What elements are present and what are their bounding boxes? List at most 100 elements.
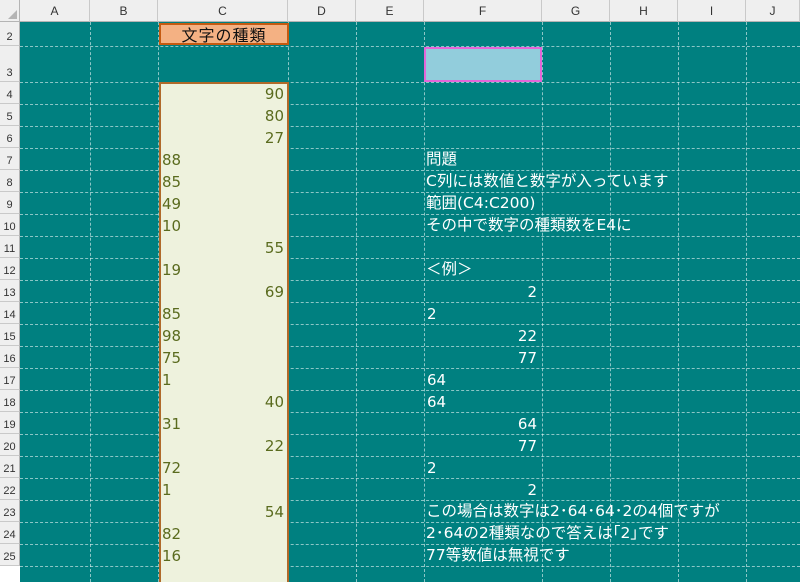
cell-c20[interactable]: 22 — [162, 439, 284, 454]
cell-c22[interactable]: 1 — [162, 483, 284, 498]
row-header-11[interactable]: 11 — [0, 236, 20, 258]
gridline-horizontal — [20, 302, 800, 303]
cell-c18[interactable]: 40 — [162, 395, 284, 410]
column-header-f[interactable]: F — [424, 0, 542, 22]
row-header-14[interactable]: 14 — [0, 302, 20, 324]
gridline-horizontal — [20, 82, 800, 83]
cell-f21[interactable]: 2 — [427, 461, 537, 476]
row-header-22[interactable]: 22 — [0, 478, 20, 500]
cell-c8[interactable]: 85 — [162, 175, 284, 190]
spreadsheet[interactable]: ABCDEFGHIJ 2 3 4 5 6 7 8 9 10 11 12 13 14 15 16 17 18 19 2… — [0, 0, 800, 582]
cell-f23-text[interactable]: この場合は数字は2･64･64･2の4個ですが — [426, 503, 720, 520]
gridline-horizontal — [20, 280, 800, 281]
gridline-horizontal — [20, 412, 800, 413]
row-header-10[interactable]: 10 — [0, 214, 20, 236]
row-header-20[interactable]: 20 — [0, 434, 20, 456]
cell-c13[interactable]: 69 — [162, 285, 284, 300]
gridline-horizontal — [20, 390, 800, 391]
cell-f14[interactable]: 2 — [427, 307, 537, 322]
gridline-horizontal — [20, 500, 800, 501]
row-header-18[interactable]: 18 — [0, 390, 20, 412]
cell-f17[interactable]: 64 — [427, 373, 537, 388]
gridline-horizontal — [20, 456, 800, 457]
cell-grid[interactable]: 文字の種類 90 80 27 88 85 49 10 55 19 69 85 98 75 1 40 31 22 7… — [20, 22, 800, 582]
cell-c7[interactable]: 88 — [162, 153, 284, 168]
row-header-19[interactable]: 19 — [0, 412, 20, 434]
gridline-horizontal — [20, 566, 800, 567]
cell-c6[interactable]: 27 — [162, 131, 284, 146]
cell-c11[interactable]: 55 — [162, 241, 284, 256]
cell-f3-answer[interactable] — [424, 47, 542, 82]
column-header-e[interactable]: E — [356, 0, 424, 22]
select-all-corner[interactable] — [0, 0, 20, 22]
row-header-7[interactable]: 7 — [0, 148, 20, 170]
cell-f9-text[interactable]: 範囲(C4:C200) — [426, 195, 535, 212]
cell-f16[interactable]: 77 — [427, 351, 537, 366]
cell-f18[interactable]: 64 — [427, 395, 537, 410]
cell-c5[interactable]: 80 — [162, 109, 284, 124]
gridline-horizontal — [20, 258, 800, 259]
cell-c21[interactable]: 72 — [162, 461, 284, 476]
column-header-g[interactable]: G — [542, 0, 610, 22]
gridline-horizontal — [20, 46, 800, 47]
cell-c14[interactable]: 85 — [162, 307, 284, 322]
cell-f24-text[interactable]: 2･64の2種類なので答えは｢2｣です — [426, 525, 669, 542]
row-header-16[interactable]: 16 — [0, 346, 20, 368]
gridline-horizontal — [20, 324, 800, 325]
row-header-5[interactable]: 5 — [0, 104, 20, 126]
cell-f22[interactable]: 2 — [427, 483, 537, 498]
cell-c2-header[interactable]: 文字の種類 — [159, 23, 289, 45]
row-header-8[interactable]: 8 — [0, 170, 20, 192]
cell-f25-text[interactable]: 77等数値は無視です — [426, 547, 570, 564]
cell-f19[interactable]: 64 — [427, 417, 537, 432]
cell-f15[interactable]: 22 — [427, 329, 537, 344]
row-header-4[interactable]: 4 — [0, 82, 20, 104]
gridline-horizontal — [20, 434, 800, 435]
row-header-15[interactable]: 15 — [0, 324, 20, 346]
cell-c24[interactable]: 82 — [162, 527, 284, 542]
gridline-horizontal — [20, 148, 800, 149]
row-header-13[interactable]: 13 — [0, 280, 20, 302]
cell-c10[interactable]: 10 — [162, 219, 284, 234]
row-header-21[interactable]: 21 — [0, 456, 20, 478]
cell-c16[interactable]: 75 — [162, 351, 284, 366]
cell-c25[interactable]: 16 — [162, 549, 284, 564]
gridline-horizontal — [20, 126, 800, 127]
row-header-3[interactable]: 3 — [0, 46, 20, 82]
cell-f7-text[interactable]: 問題 — [426, 151, 457, 168]
column-header-b[interactable]: B — [90, 0, 158, 22]
cell-c15[interactable]: 98 — [162, 329, 284, 344]
column-header-j[interactable]: J — [746, 0, 800, 22]
column-header-c[interactable]: C — [158, 0, 288, 22]
cell-c4[interactable]: 90 — [162, 87, 284, 102]
cell-f8-text[interactable]: C列には数値と数字が入っています — [426, 173, 669, 190]
column-header-d[interactable]: D — [288, 0, 356, 22]
row-header-25[interactable]: 25 — [0, 544, 20, 566]
row-header-24[interactable]: 24 — [0, 522, 20, 544]
row-header-17[interactable]: 17 — [0, 368, 20, 390]
gridline-horizontal — [20, 236, 800, 237]
column-header-a[interactable]: A — [20, 0, 90, 22]
gridline-horizontal — [20, 478, 800, 479]
cell-c23[interactable]: 54 — [162, 505, 284, 520]
row-header-12[interactable]: 12 — [0, 258, 20, 280]
row-header-9[interactable]: 9 — [0, 192, 20, 214]
column-header-h[interactable]: H — [610, 0, 678, 22]
cell-f13[interactable]: 2 — [427, 285, 537, 300]
row-header-6[interactable]: 6 — [0, 126, 20, 148]
cell-f10-text[interactable]: その中で数字の種類数をE4に — [426, 217, 632, 234]
row-header-2[interactable]: 2 — [0, 22, 20, 46]
cell-c12[interactable]: 19 — [162, 263, 284, 278]
row-header-23[interactable]: 23 — [0, 500, 20, 522]
gridline-horizontal — [20, 368, 800, 369]
cell-f20[interactable]: 77 — [427, 439, 537, 454]
gridline-horizontal — [20, 544, 800, 545]
cell-c19[interactable]: 31 — [162, 417, 284, 432]
cell-c9[interactable]: 49 — [162, 197, 284, 212]
gridline-horizontal — [20, 170, 800, 171]
gridline-horizontal — [20, 214, 800, 215]
cell-c17[interactable]: 1 — [162, 373, 284, 388]
gridline-horizontal — [20, 104, 800, 105]
column-header-i[interactable]: I — [678, 0, 746, 22]
cell-f12-text[interactable]: ＜例＞ — [426, 261, 473, 278]
